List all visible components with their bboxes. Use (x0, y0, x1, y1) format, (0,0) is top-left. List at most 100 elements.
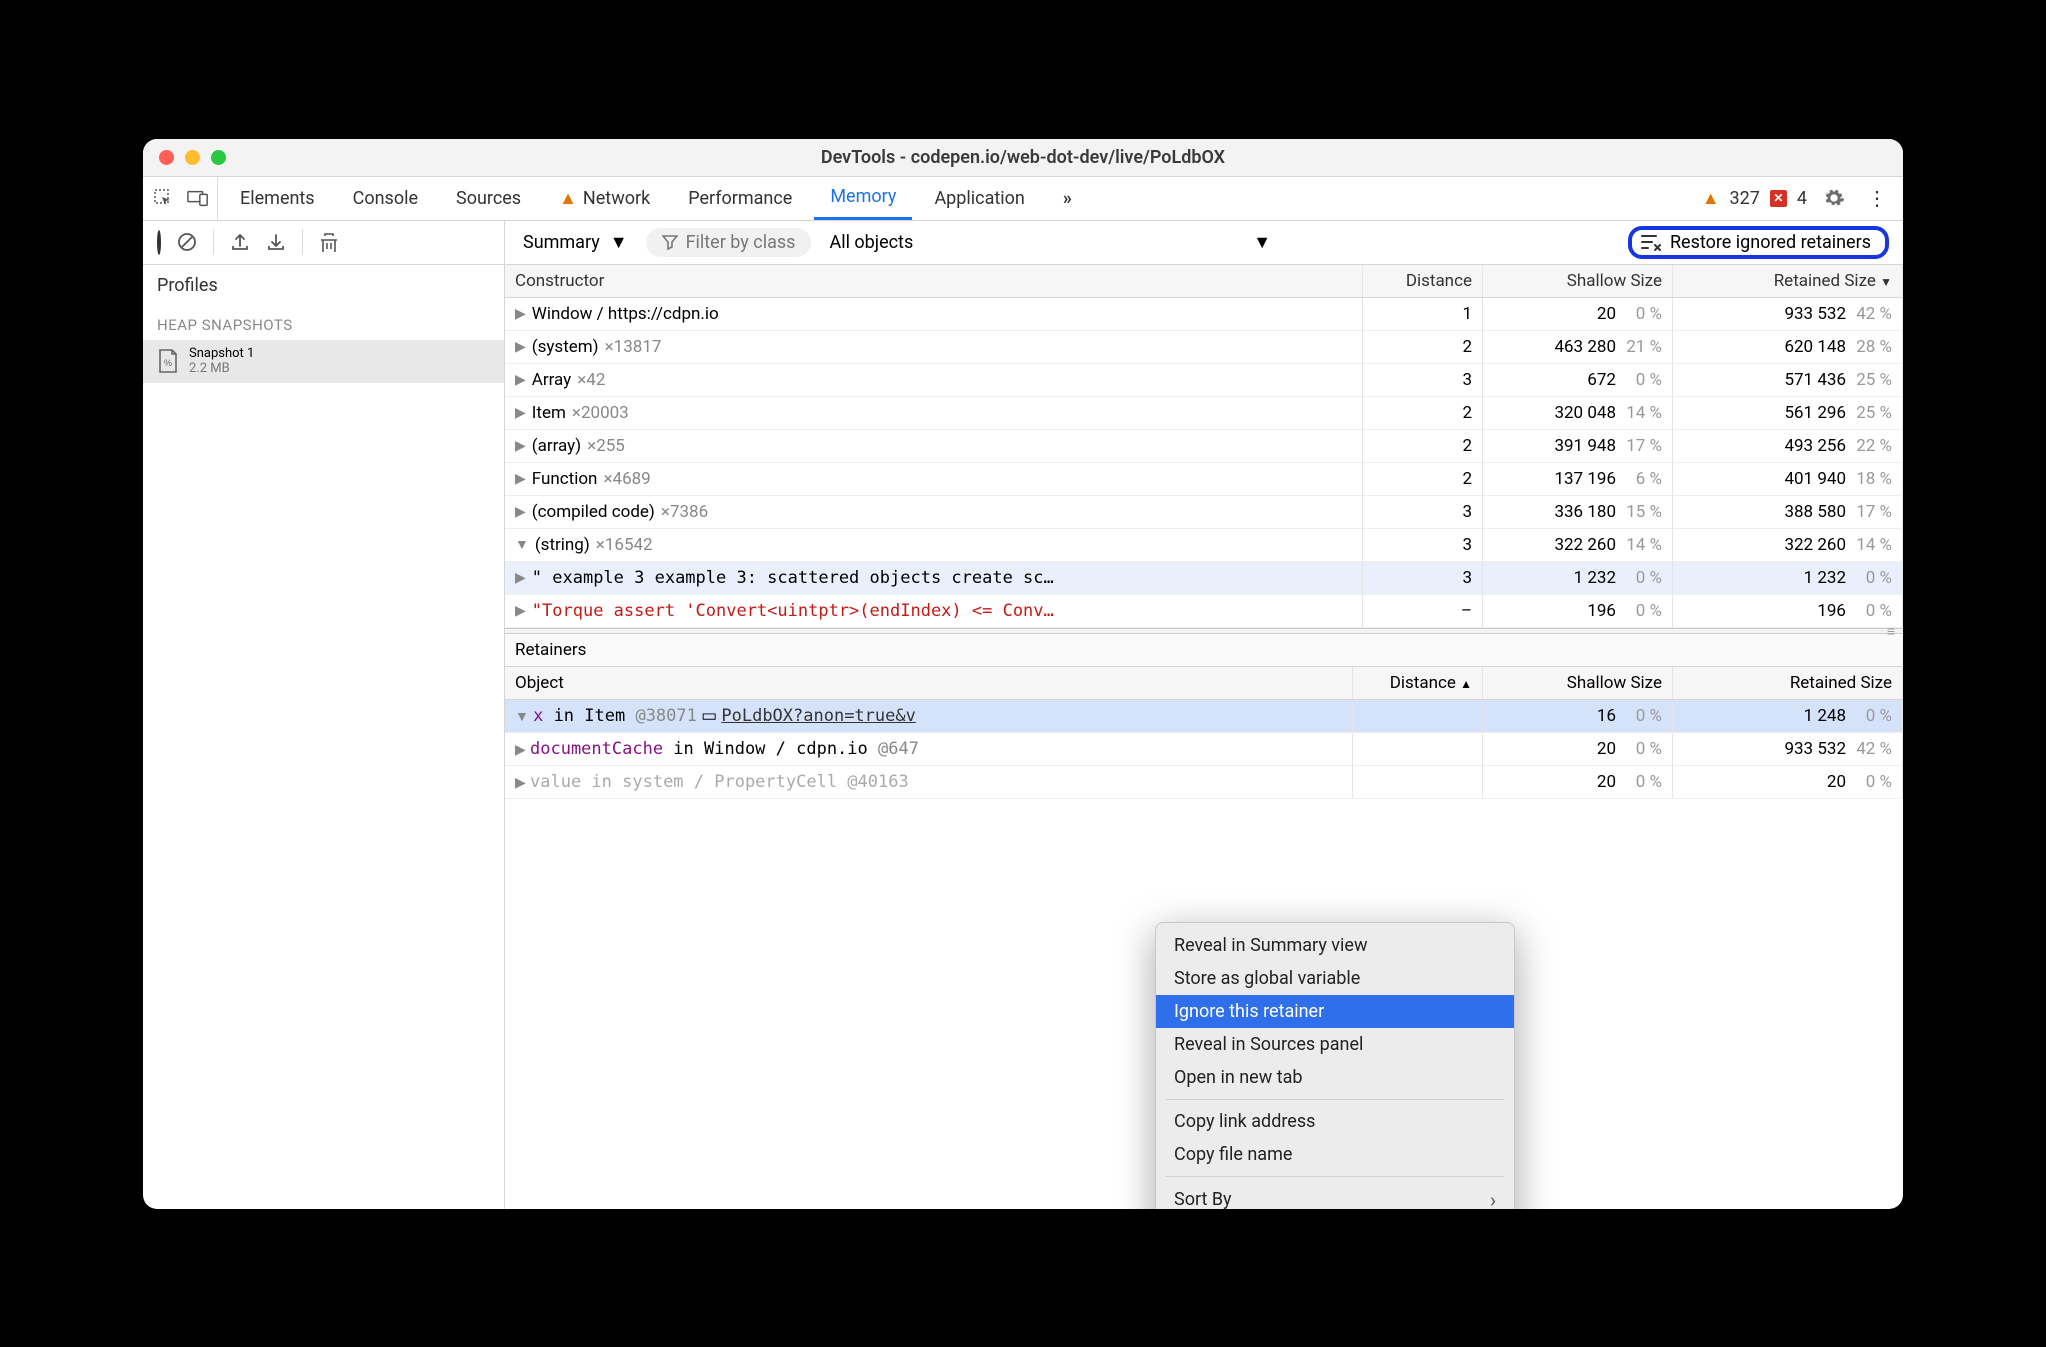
col-shallow[interactable]: Shallow Size (1483, 265, 1673, 297)
shallow-cell: 200 % (1483, 298, 1673, 330)
col-distance[interactable]: Distance ▲ (1353, 667, 1483, 699)
disclosure-triangle-icon[interactable]: ▶ (515, 742, 526, 758)
retained-cell: 401 94018 % (1673, 463, 1903, 495)
maximize-window-button[interactable] (211, 150, 226, 165)
instance-count: ×255 (587, 436, 625, 456)
constructor-label: "Torque assert 'Convert<uintptr>(endInde… (532, 601, 1054, 621)
device-toggle-icon[interactable] (187, 189, 209, 207)
inspect-icon[interactable] (153, 188, 173, 208)
distance-cell: 3 (1363, 496, 1483, 528)
context-menu-separator (1166, 1099, 1504, 1100)
filter-icon (662, 234, 678, 250)
context-menu-item[interactable]: Reveal in Sources panel (1156, 1028, 1514, 1061)
tab-application[interactable]: Application (918, 177, 1040, 220)
record-button[interactable] (157, 232, 161, 253)
col-retained[interactable]: Retained Size (1673, 667, 1903, 699)
shallow-cell: 463 28021 % (1483, 331, 1673, 363)
warnings-count[interactable]: 327 (1730, 188, 1760, 209)
disclosure-triangle-icon[interactable]: ▶ (515, 372, 526, 388)
distance-cell: 3 (1363, 562, 1483, 594)
constructor-label: (compiled code) (532, 502, 655, 522)
table-row[interactable]: ▶(array) ×2552391 94817 %493 25622 % (505, 430, 1903, 463)
snapshot-item[interactable]: % Snapshot 1 2.2 MB (143, 340, 504, 383)
disclosure-triangle-icon[interactable]: ▶ (515, 603, 526, 619)
tab-elements[interactable]: Elements (224, 177, 331, 220)
class-filter-input[interactable]: Filter by class (646, 228, 812, 257)
context-menu-label: Store as global variable (1174, 968, 1360, 989)
disclosure-triangle-icon[interactable]: ▶ (515, 471, 526, 487)
splitter-handle[interactable] (505, 628, 1903, 634)
shallow-cell: 391 94817 % (1483, 430, 1673, 462)
heap-snapshots-heading: HEAP SNAPSHOTS (143, 306, 504, 340)
tab-performance[interactable]: Performance (672, 177, 808, 220)
table-row[interactable]: ▶Window / https://cdpn.io1200 %933 53242… (505, 298, 1903, 331)
errors-indicator-icon[interactable]: ✕ (1770, 190, 1787, 207)
context-menu-item[interactable]: Reveal in Summary view (1156, 929, 1514, 962)
instance-count: ×13817 (605, 337, 662, 357)
retainer-row[interactable]: ▼ x in Item @38071 ▭ PoLdbOX?anon=true&v… (505, 700, 1903, 733)
disclosure-triangle-icon[interactable]: ▶ (515, 438, 526, 454)
window-title: DevTools - codepen.io/web-dot-dev/live/P… (821, 147, 1225, 168)
context-menu-item[interactable]: Sort By (1156, 1182, 1514, 1209)
objects-filter-select[interactable]: All objects ▼ (821, 228, 1279, 257)
table-row[interactable]: ▶" example 3 example 3: scattered object… (505, 562, 1903, 595)
context-menu-item[interactable]: Copy file name (1156, 1138, 1514, 1171)
context-menu-item[interactable]: Store as global variable (1156, 962, 1514, 995)
tab-console[interactable]: Console (337, 177, 434, 220)
sort-desc-icon: ▼ (1880, 275, 1892, 289)
col-shallow[interactable]: Shallow Size (1483, 667, 1673, 699)
constructor-label: Array (532, 370, 571, 390)
context-menu-label: Reveal in Sources panel (1174, 1034, 1363, 1055)
disclosure-triangle-icon[interactable]: ▶ (515, 775, 526, 791)
table-row[interactable]: ▶(compiled code) ×73863336 18015 %388 58… (505, 496, 1903, 529)
more-icon[interactable]: ⋮ (1861, 186, 1893, 210)
retainer-row[interactable]: ▶ documentCache in Window / cdpn.io @647… (505, 733, 1903, 766)
close-window-button[interactable] (159, 150, 174, 165)
warnings-indicator-icon[interactable]: ▲ (1702, 188, 1720, 209)
constructor-label: (array) (532, 436, 581, 456)
tabs-overflow[interactable]: » (1047, 177, 1088, 220)
shallow-cell: 1 2320 % (1483, 562, 1673, 594)
table-row[interactable]: ▶ "Torque assert 'Convert<uintptr>(endInd… (505, 595, 1903, 628)
col-constructor[interactable]: Constructor (505, 265, 1363, 297)
disclosure-triangle-icon[interactable]: ▶ (515, 339, 526, 355)
context-menu-item[interactable]: Copy link address (1156, 1105, 1514, 1138)
devtools-window: DevTools - codepen.io/web-dot-dev/live/P… (143, 139, 1903, 1209)
table-row[interactable]: ▶Array ×4236720 %571 43625 % (505, 364, 1903, 397)
table-row[interactable]: ▶(system) ×138172463 28021 %620 14828 % (505, 331, 1903, 364)
disclosure-triangle-icon[interactable]: ▼ (515, 709, 529, 725)
disclosure-triangle-icon[interactable]: ▶ (515, 504, 526, 520)
table-row[interactable]: ▼(string) ×165423322 26014 %322 26014 % (505, 529, 1903, 562)
context-menu-item[interactable]: Ignore this retainer (1156, 995, 1514, 1028)
errors-count[interactable]: 4 (1797, 188, 1807, 209)
table-row[interactable]: ▶Function ×46892137 1966 %401 94018 % (505, 463, 1903, 496)
tab-network[interactable]: ▲ Network (543, 177, 666, 220)
disclosure-triangle-icon[interactable]: ▶ (515, 306, 526, 322)
retained-cell: 1 2320 % (1673, 562, 1903, 594)
col-distance[interactable]: Distance (1363, 265, 1483, 297)
shallow-cell: 320 04814 % (1483, 397, 1673, 429)
context-menu-item[interactable]: Open in new tab (1156, 1061, 1514, 1094)
clear-icon[interactable] (177, 232, 197, 252)
view-select[interactable]: Summary ▼ (515, 228, 636, 257)
disclosure-triangle-icon[interactable]: ▶ (515, 405, 526, 421)
svg-text:%: % (164, 358, 172, 368)
tab-sources[interactable]: Sources (440, 177, 537, 220)
disclosure-triangle-icon[interactable]: ▼ (515, 536, 529, 553)
settings-icon[interactable] (1817, 187, 1851, 209)
retained-cell: 620 14828 % (1673, 331, 1903, 363)
instance-count: ×7386 (661, 502, 708, 522)
import-icon[interactable] (266, 232, 286, 252)
table-row[interactable]: ▶Item ×200032320 04814 %561 29625 % (505, 397, 1903, 430)
col-object[interactable]: Object (505, 667, 1353, 699)
shallow-cell: 336 18015 % (1483, 496, 1673, 528)
tab-memory[interactable]: Memory (814, 177, 912, 220)
collect-garbage-icon[interactable] (319, 231, 339, 253)
col-retained[interactable]: Retained Size ▼ (1673, 265, 1903, 297)
disclosure-triangle-icon[interactable]: ▶ (515, 570, 526, 586)
export-icon[interactable] (230, 232, 250, 252)
retainer-row[interactable]: ▶ value in system / PropertyCell @401632… (505, 766, 1903, 799)
minimize-window-button[interactable] (185, 150, 200, 165)
source-link[interactable]: PoLdbOX?anon=true&v (721, 706, 915, 726)
restore-ignored-retainers-button[interactable]: Restore ignored retainers (1628, 226, 1889, 259)
